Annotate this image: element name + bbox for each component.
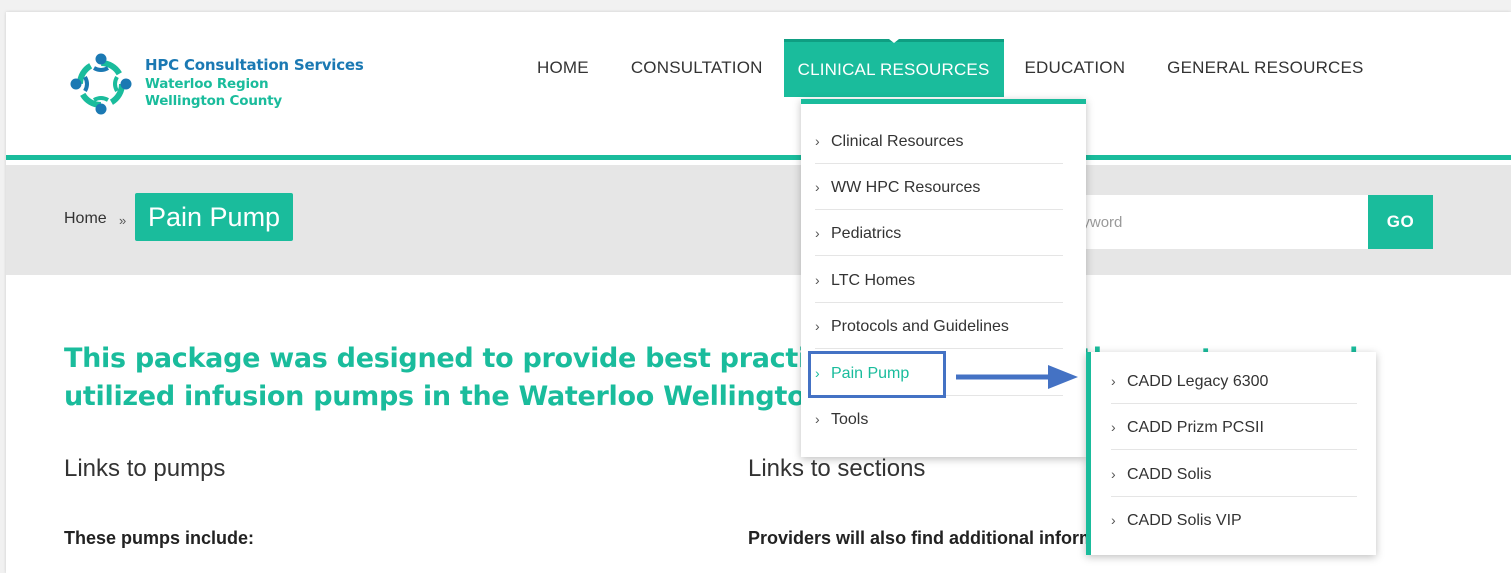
dropdown-item-label: Pediatrics — [831, 225, 902, 242]
page: HPC Consultation Services Waterloo Regio… — [6, 12, 1511, 573]
chevron-right-icon: › — [815, 272, 820, 288]
nav-clinical-resources-label: CLINICAL RESOURCES — [797, 60, 990, 79]
clinical-resources-dropdown: › Clinical Resources › WW HPC Resources › P… — [801, 99, 1086, 457]
providers-info-text: Providers will also find additional info… — [748, 528, 1139, 548]
pain-pump-submenu: › CADD Legacy 6300 › CADD Prizm PCSII › CAD… — [1086, 352, 1376, 555]
annotation-arrow-icon — [956, 365, 1078, 389]
pumps-include-text: These pumps include: — [64, 528, 255, 548]
main-nav: HOME CONSULTATION CLINICAL RESOURCES EDU… — [516, 39, 1385, 97]
chevron-right-icon: › — [1111, 466, 1116, 482]
chevron-right-icon: › — [1111, 373, 1116, 389]
dropdown-item-label: LTC Homes — [831, 272, 916, 289]
submenu-item-label: CADD Solis VIP — [1127, 512, 1242, 529]
nav-clinical-resources[interactable]: CLINICAL RESOURCES — [783, 39, 1004, 97]
chevron-right-icon: › — [815, 179, 820, 195]
nav-general-resources[interactable]: GENERAL RESOURCES — [1146, 39, 1384, 97]
submenu-item-label: CADD Legacy 6300 — [1127, 373, 1269, 390]
links-to-pumps-heading: Links to pumps — [64, 455, 226, 482]
dropdown-item-label: Clinical Resources — [831, 133, 964, 150]
submenu-item-cadd-prizm-pcsii[interactable]: › CADD Prizm PCSII — [1111, 404, 1357, 450]
caret-down-icon — [888, 39, 899, 43]
pain-pump-highlight-box — [808, 351, 946, 398]
chevron-right-icon: › — [815, 318, 820, 334]
page-title: Pain Pump — [135, 193, 294, 241]
logo-subtitle-county: Wellington County — [145, 93, 283, 109]
dropdown-item-ltc-homes[interactable]: › LTC Homes — [815, 257, 1063, 303]
chevron-right-icon: › — [1111, 419, 1116, 435]
breadcrumb-separator: » — [119, 213, 127, 228]
breadcrumb-home[interactable]: Home — [64, 210, 107, 228]
nav-education[interactable]: EDUCATION — [1004, 39, 1147, 97]
search-go-button[interactable]: GO — [1368, 195, 1433, 249]
submenu-item-label: CADD Solis — [1127, 466, 1212, 483]
dropdown-item-pediatrics[interactable]: › Pediatrics — [815, 210, 1063, 256]
dropdown-item-label: Protocols and Guidelines — [831, 318, 1009, 335]
dropdown-item-label: Tools — [831, 411, 869, 428]
people-circle-logo-icon[interactable] — [66, 50, 136, 118]
dropdown-item-clinical-resources[interactable]: › Clinical Resources — [815, 118, 1063, 164]
chevron-right-icon: › — [815, 225, 820, 241]
dropdown-item-tools[interactable]: › Tools — [815, 396, 1063, 442]
submenu-item-cadd-legacy-6300[interactable]: › CADD Legacy 6300 — [1111, 358, 1357, 404]
submenu-item-cadd-solis[interactable]: › CADD Solis — [1111, 451, 1357, 497]
chevron-right-icon: › — [1111, 512, 1116, 528]
links-to-sections-heading: Links to sections — [748, 455, 926, 482]
dropdown-item-protocols-guidelines[interactable]: › Protocols and Guidelines — [815, 303, 1063, 349]
site-header: HPC Consultation Services Waterloo Regio… — [6, 12, 1511, 160]
title-bar: Home » Pain Pump GO — [6, 165, 1511, 275]
logo-text[interactable]: HPC Consultation Services Waterloo Regio… — [145, 56, 364, 110]
dropdown-item-label: WW HPC Resources — [831, 179, 981, 196]
chevron-right-icon: › — [815, 133, 820, 149]
dropdown-item-ww-hpc-resources[interactable]: › WW HPC Resources — [815, 164, 1063, 210]
submenu-item-label: CADD Prizm PCSII — [1127, 419, 1264, 436]
nav-consultation[interactable]: CONSULTATION — [610, 39, 784, 97]
logo-title: HPC Consultation Services — [145, 56, 364, 74]
submenu-item-cadd-solis-vip[interactable]: › CADD Solis VIP — [1111, 497, 1357, 543]
nav-home[interactable]: HOME — [516, 39, 610, 97]
chevron-right-icon: › — [815, 411, 820, 427]
logo-subtitle-region: Waterloo Region — [145, 76, 269, 92]
